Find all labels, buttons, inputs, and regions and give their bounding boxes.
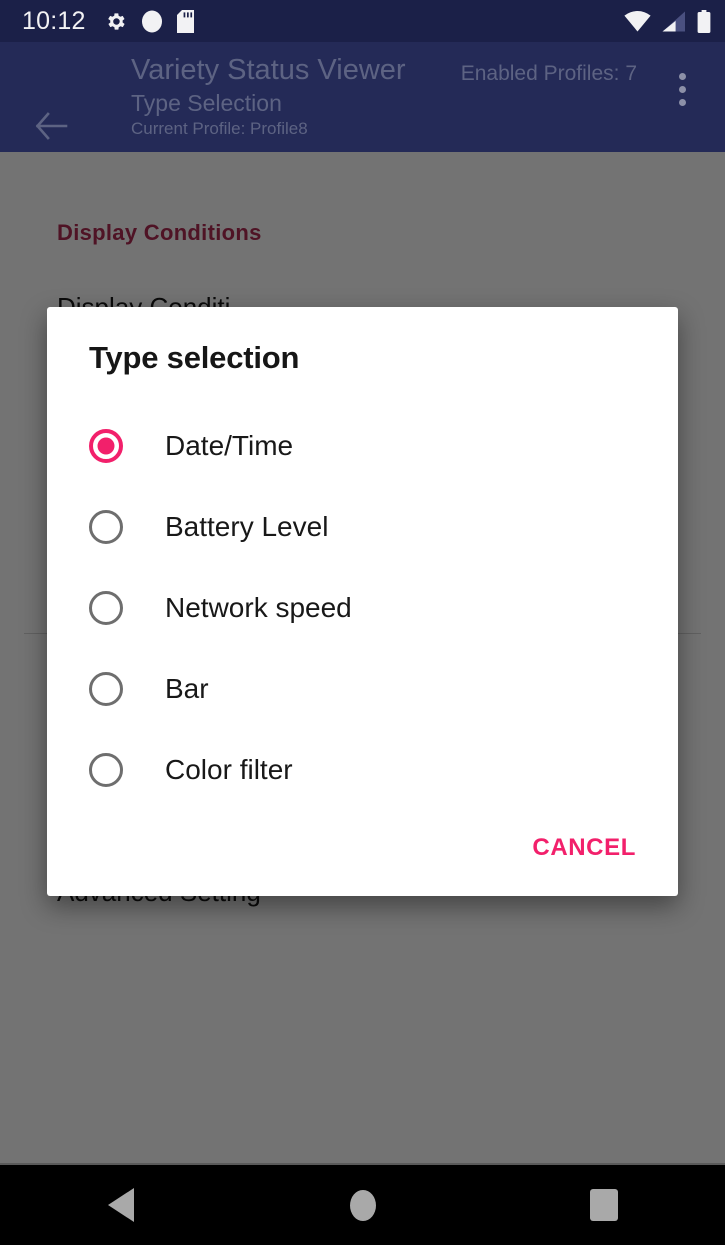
radio-option-network-speed[interactable]: Network speed (47, 567, 678, 648)
radio-icon[interactable] (89, 509, 123, 544)
type-selection-dialog: Type selection Date/Time Battery Level N… (47, 307, 678, 896)
status-bar-clock: 10:12 (22, 6, 86, 35)
radio-icon[interactable] (89, 671, 123, 706)
radio-option-date-time[interactable]: Date/Time (47, 405, 678, 486)
enabled-profiles-label: Enabled Profiles: 7 (460, 62, 637, 85)
status-bar-right-icons (624, 9, 711, 33)
nav-back-icon (107, 1188, 134, 1222)
phone-screen: Display Conditions Display Conditi Advan… (0, 0, 725, 1245)
overflow-dot (678, 85, 686, 93)
radio-option-label: Battery Level (165, 510, 329, 542)
system-navigation-bar (0, 1163, 725, 1245)
radio-option-battery-level[interactable]: Battery Level (47, 486, 678, 567)
nav-recents-icon (590, 1189, 619, 1221)
overflow-dot (678, 72, 686, 80)
radio-icon[interactable] (89, 752, 123, 787)
radio-option-label: Color filter (165, 753, 293, 785)
overflow-menu-button[interactable] (667, 64, 697, 114)
radio-group: Date/Time Battery Level Network speed Ba… (47, 405, 678, 810)
radio-option-bar[interactable]: Bar (47, 648, 678, 729)
overflow-dot (678, 98, 686, 106)
cancel-button[interactable]: CANCEL (520, 824, 648, 872)
current-profile-label: Current Profile: Profile8 (131, 119, 308, 138)
nav-home-button[interactable] (242, 1189, 484, 1221)
circle-icon (141, 10, 162, 32)
dialog-title: Type selection (89, 340, 300, 375)
radio-icon[interactable] (89, 590, 123, 625)
nav-back-button[interactable] (0, 1188, 242, 1222)
app-toolbar: Variety Status Viewer Type Selection Cur… (0, 42, 725, 152)
toolbar-title-block: Variety Status Viewer Type Selection Cur… (131, 52, 471, 140)
gear-icon (107, 12, 125, 30)
radio-option-color-filter[interactable]: Color filter (47, 729, 678, 810)
radio-option-label: Date/Time (165, 429, 294, 461)
cell-signal-icon (662, 11, 685, 31)
back-button[interactable] (26, 108, 76, 144)
back-arrow-icon (35, 112, 68, 140)
page-title: Variety Status Viewer (131, 54, 406, 86)
sd-card-icon (176, 9, 194, 33)
radio-icon-selected[interactable] (89, 428, 123, 463)
nav-recents-button[interactable] (483, 1189, 725, 1221)
status-bar-left-icons (104, 9, 194, 33)
nav-home-icon (349, 1189, 376, 1221)
radio-option-label: Network speed (165, 591, 352, 623)
page-subtitle: Type Selection (131, 90, 282, 116)
wifi-icon (624, 10, 651, 32)
status-bar: 10:12 (0, 0, 725, 42)
battery-icon (697, 9, 711, 33)
radio-option-label: Bar (165, 672, 209, 704)
